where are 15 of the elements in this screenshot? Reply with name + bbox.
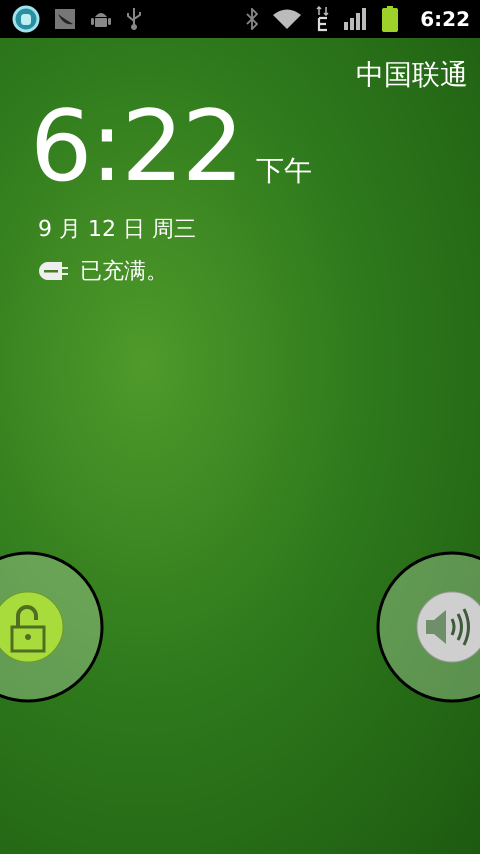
- usb-icon[interactable]: [126, 7, 142, 31]
- charging-status: 已充满。: [80, 258, 168, 286]
- bluetooth-icon: [246, 8, 258, 30]
- status-time: 6:22: [420, 7, 470, 31]
- charging-plug-icon: [38, 261, 68, 281]
- edge-data-icon: [316, 6, 330, 32]
- clock-period: 下午: [256, 153, 312, 189]
- wifi-icon: [272, 8, 302, 30]
- carrier-name: 中国联通: [356, 57, 468, 93]
- clock-time: 6:22: [30, 98, 242, 196]
- date-text: 9 月 12 日 周三: [38, 216, 197, 244]
- signal-bars-icon: [344, 8, 368, 30]
- battery-icon: [382, 6, 398, 32]
- unlock-handle[interactable]: [0, 550, 104, 704]
- sound-handle[interactable]: [376, 550, 480, 704]
